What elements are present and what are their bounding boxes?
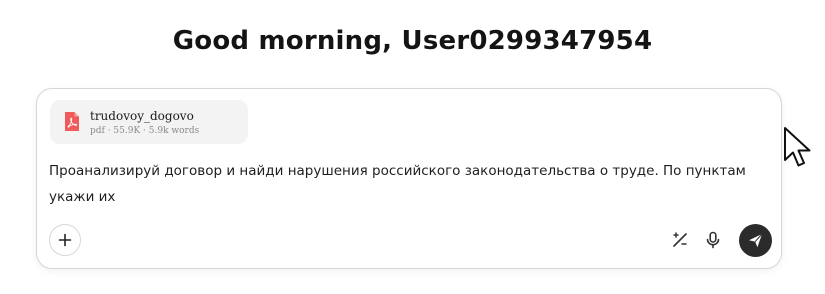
send-button[interactable]: [739, 224, 772, 257]
attachment-file-meta: pdf · 55.9K · 5.9k words: [90, 126, 200, 136]
add-attachment-button[interactable]: [49, 224, 81, 256]
percent-slash-icon: [673, 232, 687, 247]
voice-input-button[interactable]: [701, 228, 725, 252]
pdf-file-icon: [64, 111, 80, 132]
greeting-title: Good morning, User0299347954: [172, 26, 653, 56]
attachment-file-name: trudovoy_dogovo: [90, 109, 194, 123]
send-arrow-icon: [749, 233, 763, 248]
mouse-pointer-icon: [782, 126, 816, 172]
attachment-chip[interactable]: trudovoy_dogovo pdf · 55.9K · 5.9k words: [50, 100, 248, 144]
page: Good morning, User0299347954 trudovoy_do…: [0, 0, 825, 294]
chat-composer[interactable]: trudovoy_dogovo pdf · 55.9K · 5.9k words…: [36, 88, 782, 269]
tools-button[interactable]: [668, 228, 692, 252]
plus-icon: [58, 233, 72, 247]
prompt-input[interactable]: Проанализируй договор и найди нарушения …: [49, 158, 769, 210]
microphone-icon: [706, 231, 720, 249]
